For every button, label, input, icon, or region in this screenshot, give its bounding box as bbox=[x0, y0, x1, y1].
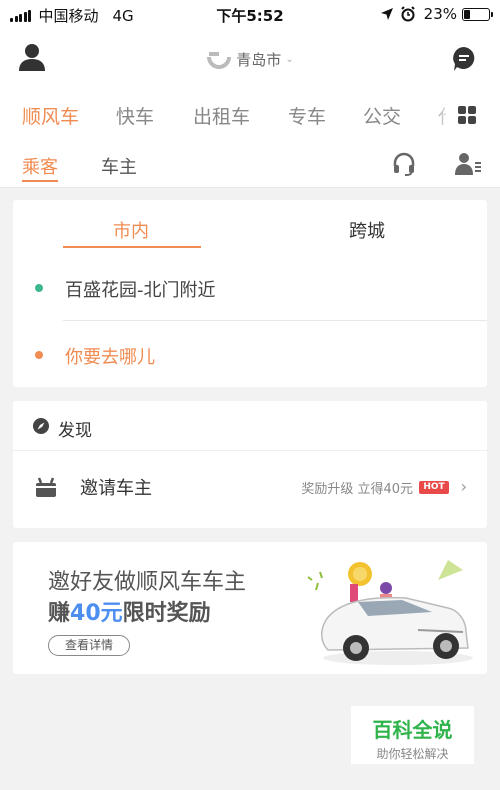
chevron-right-icon: › bbox=[460, 477, 467, 496]
chevron-down-icon: ⌄ bbox=[285, 53, 294, 65]
route-card: 市内 跨城 百盛花园-北门附近 你要去哪儿 bbox=[13, 200, 487, 387]
banner-prefix: 赚 bbox=[48, 601, 71, 626]
hot-badge: HOT bbox=[419, 481, 449, 494]
headset-icon[interactable] bbox=[392, 152, 416, 176]
role-tab-indicator bbox=[22, 180, 58, 182]
gift-icon bbox=[36, 477, 56, 497]
battery-percent: 23% bbox=[423, 5, 457, 23]
status-right: 23% bbox=[380, 5, 493, 23]
invite-driver-label: 邀请车主 bbox=[80, 478, 152, 499]
tab-fade bbox=[426, 90, 456, 140]
compass-icon bbox=[33, 418, 49, 434]
discover-title: 发现 bbox=[58, 421, 92, 441]
service-tab-carpool[interactable]: 顺风车 bbox=[22, 102, 79, 129]
route-divider bbox=[63, 320, 487, 321]
watermark-subtitle: 助你轻松解决 bbox=[376, 747, 449, 761]
service-tab-express[interactable]: 快车 bbox=[116, 102, 154, 129]
route-tab-indicator bbox=[63, 246, 201, 248]
alarm-icon bbox=[400, 6, 415, 22]
banner-subline: 赚40元限时奖励 bbox=[48, 595, 211, 627]
banner-suffix: 限时奖励 bbox=[122, 601, 211, 626]
banner-headline: 邀好友做顺风车车主 bbox=[48, 570, 247, 595]
banner-amount: 40元 bbox=[70, 601, 123, 626]
watermark-logo: 百科全说 助你轻松解决 bbox=[351, 706, 474, 764]
promo-banner[interactable]: 邀好友做顺风车车主 赚40元限时奖励 查看详情 bbox=[13, 542, 487, 674]
discover-divider bbox=[13, 450, 487, 451]
destination-dot bbox=[35, 351, 43, 359]
driver-icon[interactable] bbox=[455, 152, 481, 176]
view-details-button[interactable]: 查看详情 bbox=[48, 635, 130, 656]
destination-field[interactable]: 你要去哪儿 bbox=[65, 343, 155, 369]
service-tabs: 顺风车 快车 出租车 专车 公交 代 bbox=[0, 90, 500, 140]
battery-icon bbox=[462, 7, 493, 21]
app-header: 青岛市 ⌄ bbox=[0, 30, 500, 90]
grid-icon[interactable] bbox=[458, 106, 476, 124]
watermark-title: 百科全说 bbox=[372, 718, 453, 742]
origin-dot bbox=[35, 284, 43, 292]
message-icon[interactable] bbox=[452, 46, 476, 72]
car-illustration bbox=[307, 560, 473, 665]
origin-field[interactable]: 百盛花园-北门附近 bbox=[65, 276, 216, 302]
location-arrow-icon bbox=[380, 8, 393, 20]
discover-card: 发现 邀请车主 奖励升级 立得40元 HOT › bbox=[13, 401, 487, 528]
role-tab-passenger[interactable]: 乘客 bbox=[22, 153, 58, 179]
reward-text: 奖励升级 立得40元 bbox=[301, 482, 413, 497]
service-tab-bus[interactable]: 公交 bbox=[363, 102, 401, 129]
role-tabs: 乘客 车主 bbox=[0, 140, 500, 188]
service-tab-premier[interactable]: 专车 bbox=[288, 102, 326, 129]
city-selector[interactable]: 青岛市 ⌄ bbox=[0, 48, 500, 70]
status-bar: 中国移动 4G 下午5:52 23% bbox=[0, 0, 500, 30]
route-tab-city[interactable]: 市内 bbox=[113, 217, 149, 243]
route-tab-intercity[interactable]: 跨城 bbox=[349, 217, 385, 243]
role-tab-driver[interactable]: 车主 bbox=[101, 153, 137, 179]
service-tab-taxi[interactable]: 出租车 bbox=[193, 102, 250, 129]
city-name: 青岛市 bbox=[236, 50, 282, 69]
didi-logo-icon bbox=[207, 52, 232, 69]
